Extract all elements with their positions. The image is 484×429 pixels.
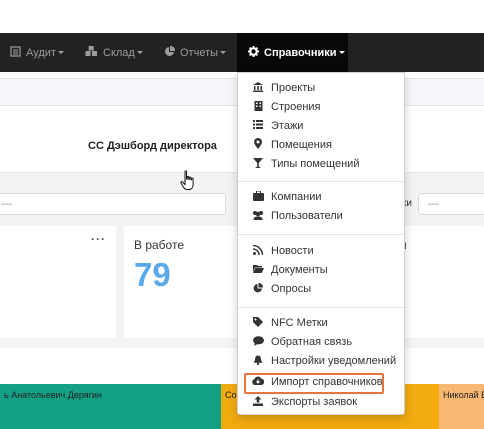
menu-item-room-types[interactable]: Типы помещений [238,155,404,173]
filter-select-right[interactable]: — [418,193,484,215]
comment-icon [252,335,264,349]
audit-icon [10,45,21,60]
hand-pointer-icon [180,170,196,195]
menu-item-rooms[interactable]: Помещения [238,136,404,154]
menu-item-nfc-tags[interactable]: NFC Метки [238,314,404,332]
chart-bar: ь Анатольевич Дерягин [0,384,221,429]
rss-icon [252,244,264,258]
menu-item-label: Документы [271,264,328,276]
building-icon [252,100,264,114]
menu-item-label: Опросы [271,283,312,295]
menu-item-floors[interactable]: Этажи [238,117,404,135]
stat-card: ··· [0,226,116,338]
menu-item-label: Типы помещений [271,158,360,170]
nav-item-directories[interactable]: Справочники [237,33,348,72]
chevron-down-icon [136,51,143,54]
chart-bar: Николай Е [439,384,484,429]
menu-divider [238,307,404,308]
menu-item-feedback[interactable]: Обратная связь [238,333,404,351]
chevron-down-icon [57,51,64,54]
pie-chart-icon [252,282,264,296]
nav-item-warehouse[interactable]: Склад [85,33,143,72]
highlight-box [244,373,384,394]
menu-item-news[interactable]: Новости [238,242,404,260]
filter-select-left[interactable]: — [0,193,226,215]
institution-icon [252,81,264,95]
stat-card-in-work: В работе 79 [124,226,246,338]
upload-icon [252,395,264,409]
browser-top-area [0,0,484,33]
menu-item-label: Проекты [271,82,316,94]
menu-item-label: Пользователи [271,210,343,222]
menu-item-label: Настройки уведомлений [271,355,397,367]
menu-item-polls[interactable]: Опросы [238,280,404,298]
bell-icon [252,355,264,368]
menu-divider [238,234,404,235]
menu-item-projects[interactable]: Проекты [238,79,404,97]
nav-item-audit[interactable]: Аудит [10,33,64,72]
folder-open-icon [252,264,264,276]
briefcase-icon [252,190,264,204]
pie-chart-icon [164,45,176,60]
nav-item-reports[interactable]: Отчеты [164,33,227,72]
menu-item-companies[interactable]: Компании [238,188,404,206]
menu-item-users[interactable]: Пользователи [238,207,404,225]
chevron-down-icon [338,51,345,54]
menu-item-documents[interactable]: Документы [238,261,404,279]
menu-item-label: Новости [271,245,314,257]
warehouse-icon [85,45,98,60]
nav-item-label: Склад [103,46,135,59]
nav-item-label: Справочники [264,46,337,59]
menu-item-buildings[interactable]: Строения [238,98,404,116]
menu-item-label: Экспорты заявок [271,396,358,408]
menu-item-label: Этажи [271,120,304,132]
menu-item-request-exports[interactable]: Экспорты заявок [238,393,404,411]
directories-dropdown-menu: Проекты Строения Этажи Помещения Типы по… [237,72,405,415]
nav-item-label: Отчеты [180,46,219,59]
users-icon [252,210,264,223]
page-title: СС Дэшборд директора [88,140,217,152]
menu-item-notification-settings[interactable]: Настройки уведомлений [238,352,404,370]
menu-item-label: Компании [271,191,322,203]
stat-card-value: 79 [134,256,171,293]
top-navbar: Аудит Склад Отчеты Справочники [0,33,484,72]
gear-icon [248,45,259,60]
menu-item-label: Строения [271,101,321,113]
glass-icon [252,157,264,171]
stat-card-label: В работе [134,238,185,252]
menu-divider [238,181,404,182]
tag-icon [252,316,264,330]
list-icon [252,120,264,132]
nav-item-label: Аудит [26,46,56,59]
chevron-down-icon [220,51,227,54]
map-marker-icon [252,138,264,152]
menu-item-label: Помещения [271,139,332,151]
menu-item-label: NFC Метки [271,317,328,329]
more-menu-icon[interactable]: ··· [91,232,106,246]
menu-item-label: Обратная связь [271,336,353,348]
